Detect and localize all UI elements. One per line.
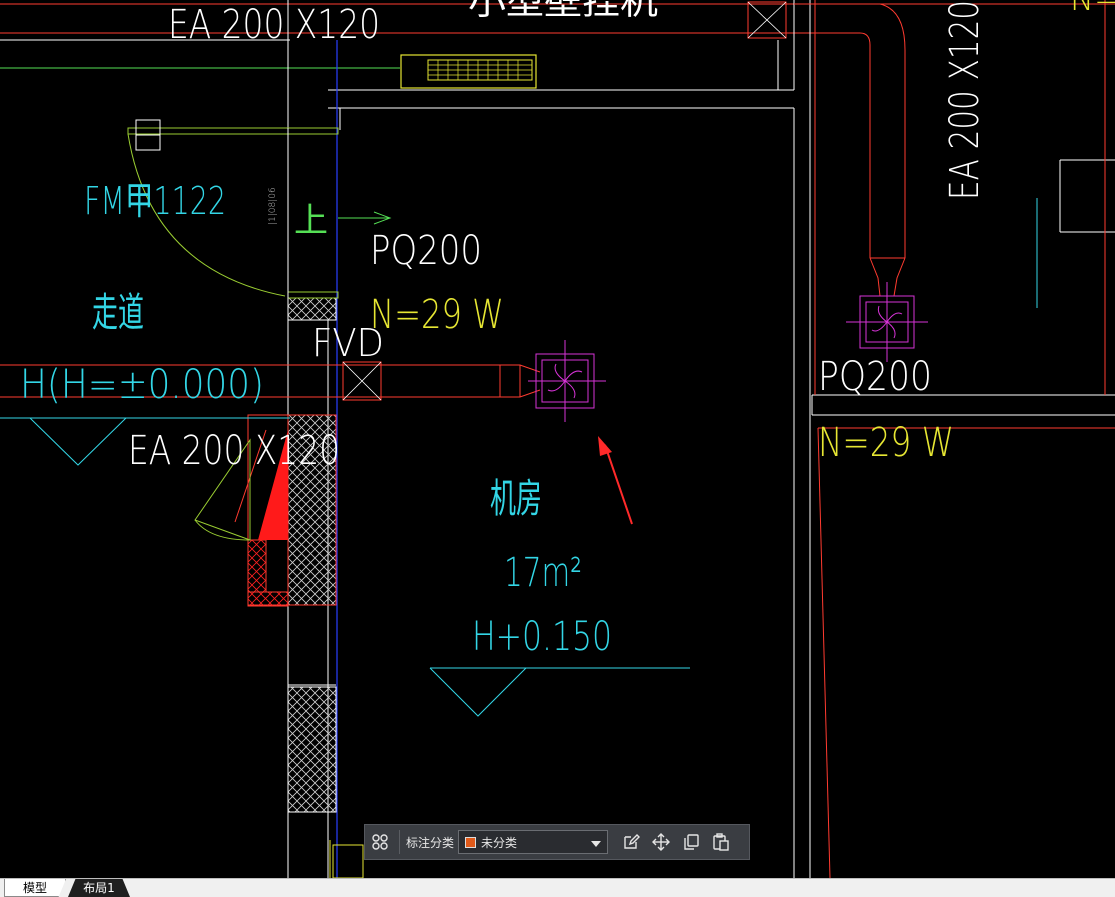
corridor-label: 走道 [92, 290, 144, 336]
valve-label: FVD [312, 321, 384, 365]
category-color-swatch [465, 836, 477, 848]
unit-label-top: 小型壁挂机 [468, 0, 658, 23]
drawing-canvas[interactable]: |1|08|06 EA 200 X120 小型壁挂机 EA 200 X120 F… [0, 0, 1115, 878]
fan-model-right: PQ200 [818, 354, 932, 400]
svg-text:|1|08|06: |1|08|06 [268, 187, 278, 225]
up-label: 上 [294, 201, 328, 241]
paste-icon[interactable] [706, 827, 736, 857]
tab-model[interactable]: 模型 [4, 879, 66, 897]
corridor-elevation: H(H=±0.000) [20, 362, 264, 408]
door-label: FM甲1122 [84, 179, 226, 223]
walls [287, 0, 1115, 878]
hatched-wall [287, 297, 337, 813]
room-area: 17m² [504, 550, 582, 596]
chevron-down-icon [591, 833, 602, 852]
wall-unit[interactable] [400, 54, 537, 89]
category-select[interactable]: 未分类 [458, 830, 609, 854]
toolbar-divider [399, 830, 400, 854]
tab-layout1[interactable]: 布局1 [68, 879, 130, 897]
grid-icon[interactable] [365, 827, 395, 857]
edit-icon[interactable] [616, 827, 646, 857]
category-label: 标注分类 [406, 835, 455, 850]
annotation-arrow-icon [598, 436, 633, 525]
duct-label-top-right: EA 200 X120 [942, 0, 988, 200]
room-name: 机房 [490, 476, 542, 522]
move-icon[interactable] [646, 827, 676, 857]
fan-icon-right[interactable] [846, 282, 928, 362]
layout-tabbar: 模型 布局1 [0, 878, 1115, 897]
fan-power-center: N=29 W [370, 292, 504, 338]
duct-label-left: EA 200 X120 [128, 428, 340, 474]
duct-label-top: EA 200 X120 [168, 2, 380, 48]
fan-icon-center[interactable] [528, 340, 606, 422]
room-elevation: H+0.150 [472, 614, 612, 660]
fvd-valve-icon[interactable] [342, 361, 382, 401]
up-arrow-icon [338, 211, 392, 225]
copy-icon[interactable] [676, 827, 706, 857]
annotation-toolbar: 标注分类 未分类 [364, 824, 750, 860]
fan-power-right: N=29 W [818, 420, 954, 466]
fan-model-center: PQ200 [370, 228, 482, 274]
category-value: 未分类 [481, 835, 518, 850]
top-right-fragment: N= [1070, 0, 1115, 18]
